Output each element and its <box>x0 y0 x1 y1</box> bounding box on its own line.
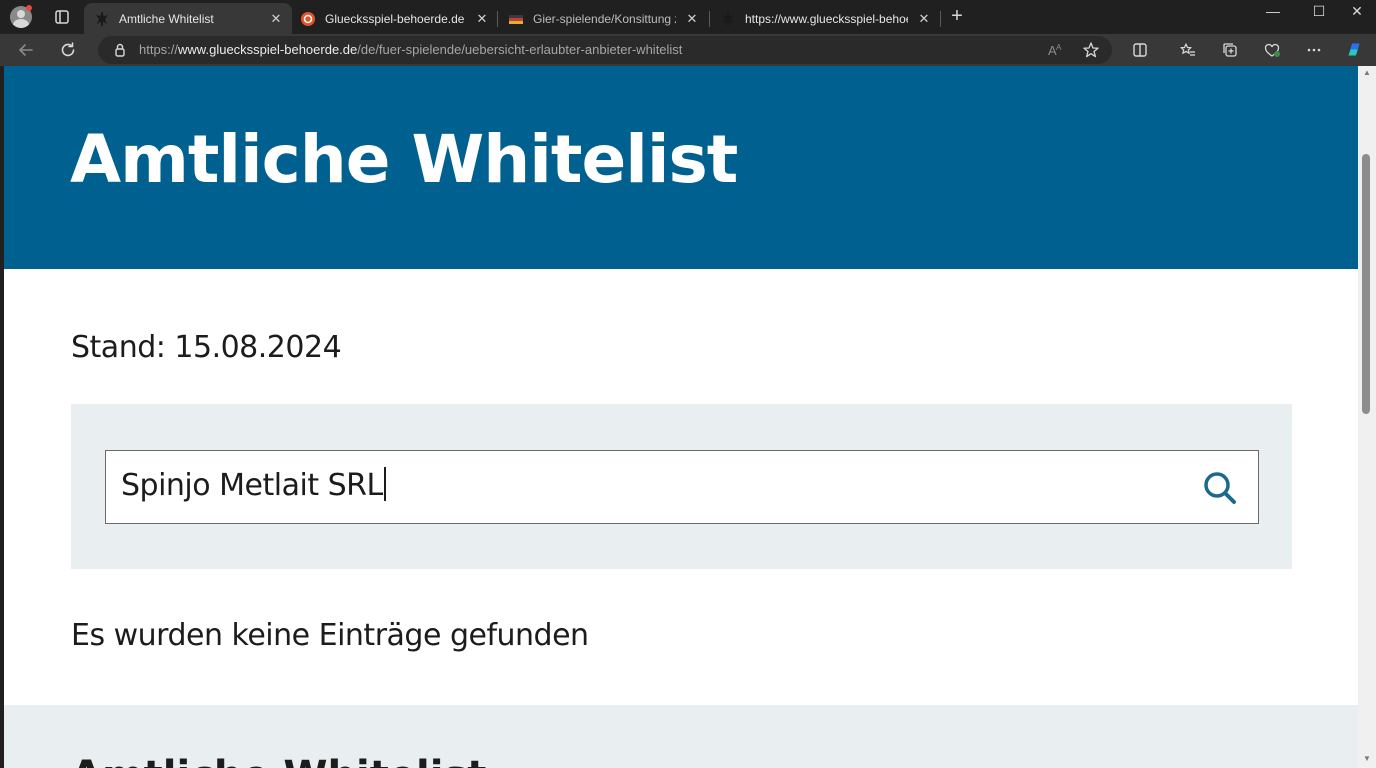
tab-gluecksspiel-behoerde[interactable]: Gluecksspiel-behoerde.de ✕ <box>290 3 498 34</box>
profile-notification-dot <box>26 5 32 11</box>
page-scrollbar[interactable]: ▲ ▼ <box>1358 66 1376 768</box>
orange-circle-icon <box>300 11 316 27</box>
address-bar[interactable]: https://www.gluecksspiel-behoerde.de/de/… <box>98 36 1112 64</box>
tab-title: Gluecksspiel-behoerde.de <box>325 11 465 26</box>
tab-separator <box>940 11 941 27</box>
copilot-icon[interactable] <box>1344 40 1364 60</box>
close-window-button[interactable]: ✕ <box>1334 2 1376 30</box>
minimize-button[interactable]: — <box>1250 2 1296 30</box>
close-tab-icon[interactable]: ✕ <box>916 11 932 27</box>
collections-icon[interactable] <box>1220 40 1240 60</box>
search-icon[interactable] <box>1201 469 1239 507</box>
back-arrow-icon[interactable] <box>16 40 36 60</box>
refresh-icon[interactable] <box>58 40 78 60</box>
read-aloud-icon[interactable]: AA <box>1045 40 1065 60</box>
web-page: Amtliche Whitelist Stand: 15.08.2024 Spi… <box>4 66 1358 768</box>
tab-title: Amtliche Whitelist <box>119 11 214 26</box>
browser-essentials-icon[interactable] <box>1262 40 1282 60</box>
ggl-eagle-icon <box>720 11 736 27</box>
url-scheme: https:// <box>139 42 179 57</box>
close-tab-icon[interactable]: ✕ <box>684 11 700 27</box>
close-tab-icon[interactable]: ✕ <box>268 11 284 27</box>
scrollbar-thumb[interactable] <box>1362 154 1370 414</box>
close-tab-icon[interactable]: ✕ <box>474 11 490 27</box>
page-title: Amtliche Whitelist <box>70 121 738 198</box>
favorites-icon[interactable] <box>1178 40 1198 60</box>
tab-title: https://www.gluecksspiel-behoerde <box>745 11 908 26</box>
tab-spielende-konsittung[interactable]: Gier-spielende/Konsittung zers ✕ <box>498 3 708 34</box>
tab-amtliche-whitelist[interactable]: Amtliche Whitelist ✕ <box>84 3 292 34</box>
footer-heading: Amtliche Whitelist <box>71 753 486 768</box>
ggl-eagle-icon <box>94 11 110 27</box>
text-caret <box>383 467 386 501</box>
flag-icon <box>508 11 524 27</box>
split-screen-icon[interactable] <box>1130 40 1150 60</box>
browser-toolbar: https://www.gluecksspiel-behoerde.de/de/… <box>0 34 1376 66</box>
new-tab-button[interactable]: + <box>948 6 966 26</box>
footer-section: Amtliche Whitelist <box>4 705 1358 768</box>
hero-banner: Amtliche Whitelist <box>4 66 1358 269</box>
url-path: /de/fuer-spielende/uebersicht-erlaubter-… <box>357 42 683 57</box>
lock-icon[interactable] <box>110 40 130 60</box>
scroll-up-arrow-icon[interactable]: ▲ <box>1358 66 1376 80</box>
stand-date: Stand: 15.08.2024 <box>71 330 342 365</box>
tab-title: Gier-spielende/Konsittung zers <box>533 11 676 26</box>
url-text[interactable]: https://www.gluecksspiel-behoerde.de/de/… <box>139 42 682 57</box>
favorite-star-icon[interactable] <box>1081 40 1101 60</box>
tab-gluecksspiel-url[interactable]: https://www.gluecksspiel-behoerde ✕ <box>710 3 940 34</box>
search-panel: Spinjo Metlait SRL <box>71 404 1292 569</box>
tab-strip: Amtliche Whitelist ✕ Gluecksspiel-behoer… <box>0 0 1376 34</box>
scroll-down-arrow-icon[interactable]: ▼ <box>1358 752 1376 766</box>
tab-actions-icon[interactable] <box>52 7 72 27</box>
no-results-message: Es wurden keine Einträge gefunden <box>71 618 589 653</box>
search-input[interactable]: Spinjo Metlait SRL <box>105 450 1259 524</box>
svg-text:A: A <box>1056 43 1062 52</box>
search-input-value: Spinjo Metlait SRL <box>121 468 383 503</box>
more-options-icon[interactable] <box>1304 40 1324 60</box>
url-host: www.gluecksspiel-behoerde.de <box>178 42 358 57</box>
